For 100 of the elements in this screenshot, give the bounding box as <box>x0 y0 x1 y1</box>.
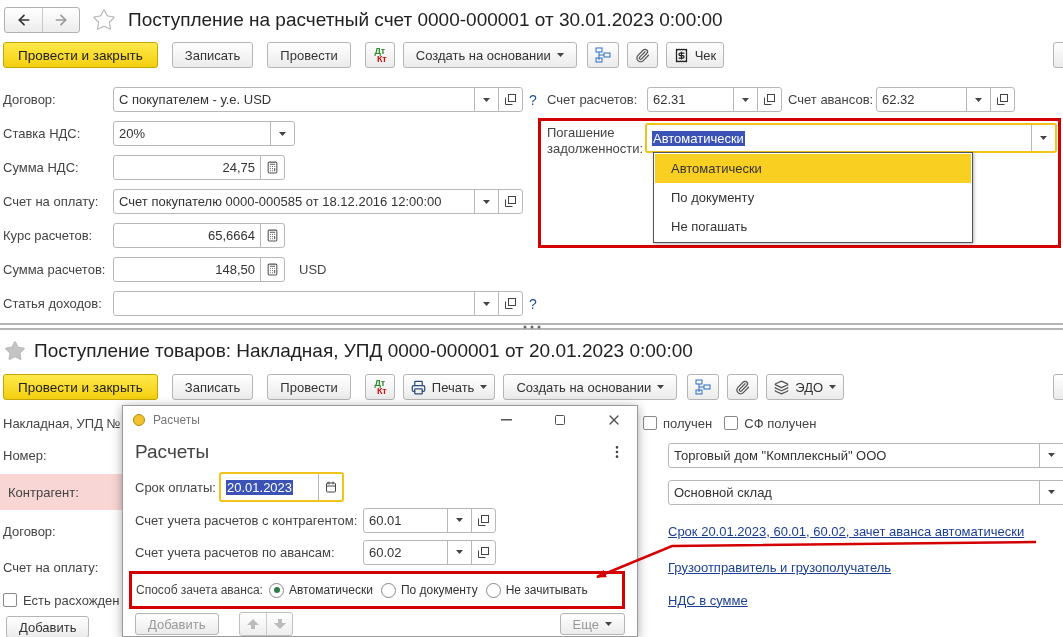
caret-icon <box>483 97 490 102</box>
open-icon <box>764 94 775 105</box>
radio-option[interactable]: Не зачитывать <box>485 582 588 598</box>
input-field[interactable] <box>113 291 523 316</box>
input-field[interactable]: Счет покупателю 0000-000585 от 18.12.2016 12:00:00 <box>113 189 523 214</box>
grip-icon[interactable] <box>522 324 541 329</box>
calculator-icon <box>266 263 279 276</box>
input-field[interactable]: 65,6664 <box>113 223 285 248</box>
hierarchy-icon <box>695 379 712 395</box>
app-icon <box>133 414 145 426</box>
forward-icon <box>53 12 69 28</box>
field-label: Счет учета расчетов с контрагентом: <box>135 512 359 528</box>
input-field[interactable]: Торговый дом "Комплексный" ООО <box>668 442 1063 468</box>
toolbar-button[interactable]: Чек <box>665 42 725 68</box>
window-title: Расчеты <box>153 413 201 427</box>
dropdown-field[interactable]: Автоматически <box>645 123 1057 153</box>
link[interactable]: НДС в сумме <box>668 592 748 608</box>
toolbar-button[interactable]: ЭДО <box>766 374 845 400</box>
star-icon[interactable] <box>4 340 26 362</box>
calculator-icon <box>266 161 279 174</box>
link[interactable]: Срок 20.01.2023, 60.01, 60.02, зачет аванса автоматически <box>668 523 1025 539</box>
caret-icon <box>483 301 490 306</box>
toolbar-button[interactable]: Провести <box>267 374 351 400</box>
toolbar-button[interactable] <box>586 42 619 68</box>
open-icon <box>478 546 489 558</box>
paperclip-icon <box>634 47 650 63</box>
down-icon <box>273 619 286 629</box>
toolbar-button[interactable] <box>626 42 658 68</box>
caret-icon <box>456 550 463 554</box>
dropdown-option[interactable]: Автоматически <box>655 154 971 183</box>
field-label: Срок оплаты: <box>135 479 215 495</box>
field-label: Счет учета расчетов по авансам: <box>135 544 336 560</box>
open-icon <box>478 514 489 526</box>
date-field[interactable]: 20.01.2023 <box>219 472 344 502</box>
toolbar-button[interactable]: Печать <box>402 374 496 400</box>
document-title: Поступление на расчетный счет 0000-000001 от 30.01.2023 0:00:00 <box>128 9 723 31</box>
input-field[interactable]: 60.01 <box>363 507 496 533</box>
open-icon <box>997 94 1008 105</box>
caret-icon <box>480 385 488 389</box>
caret-icon <box>456 518 463 522</box>
input-field[interactable]: 24,75 <box>113 155 285 180</box>
field-label: Договор: <box>2 522 57 541</box>
radio-button[interactable] <box>485 582 501 598</box>
menu-button[interactable]: Создать на основании <box>402 42 577 68</box>
checkbox[interactable] <box>724 416 739 430</box>
open-icon <box>505 298 516 309</box>
star-icon[interactable] <box>92 8 116 32</box>
post-and-close-button[interactable]: Провести и закрыть <box>3 42 158 68</box>
up-icon <box>247 619 259 629</box>
checkbox[interactable] <box>643 416 657 430</box>
checkbox[interactable] <box>3 593 17 607</box>
input-field[interactable]: 62.32 <box>876 87 1015 112</box>
radio-option[interactable]: По документу <box>380 582 478 598</box>
input-field[interactable]: 148,50 <box>113 257 285 282</box>
caret-icon <box>556 53 564 57</box>
caret-icon <box>1048 490 1055 494</box>
caret-icon <box>1048 453 1055 457</box>
radio-option[interactable]: Автоматически <box>269 582 373 598</box>
radio-button[interactable] <box>380 582 396 598</box>
field-label: Ставка НДС: <box>3 126 82 141</box>
post-and-close-button[interactable]: Провести и закрыть <box>3 374 158 400</box>
field-label: Договор: <box>3 92 57 107</box>
toolbar-button[interactable]: Записать <box>171 374 254 400</box>
field-label: Счет на оплату: <box>3 194 100 209</box>
toolbar-button[interactable] <box>687 374 720 400</box>
radio-button[interactable] <box>269 582 284 598</box>
caret-icon <box>975 97 982 102</box>
caret-icon <box>483 199 490 204</box>
field-label: Счет на оплату: <box>2 558 100 577</box>
help-link[interactable]: ? <box>529 295 537 312</box>
receipt-icon <box>673 47 689 63</box>
checkbox-label: СФ получен <box>744 415 817 431</box>
add-button[interactable]: Добавить <box>6 616 90 637</box>
caret-icon <box>279 131 286 136</box>
help-link[interactable]: ? <box>529 91 537 108</box>
toolbar-button[interactable]: Записать <box>171 42 254 68</box>
hierarchy-icon <box>594 47 611 63</box>
input-field[interactable]: 60.02 <box>363 539 496 565</box>
toolbar-button[interactable] <box>727 374 759 400</box>
field-label: Курс расчетов: <box>3 228 94 243</box>
toolbar-button[interactable]: Провести <box>267 42 351 68</box>
currency-label: USD <box>299 262 327 277</box>
input-field[interactable]: С покупателем - у.е. USD <box>113 87 523 112</box>
debit-credit-button[interactable]: Дт Кт <box>364 374 395 400</box>
field-label: Контрагент: <box>0 474 122 510</box>
input-field[interactable]: 62.31 <box>647 87 782 112</box>
field-label: Сумма НДС: <box>3 160 80 175</box>
caret-icon <box>829 385 837 389</box>
caret-icon <box>1040 136 1047 140</box>
link[interactable]: Грузоотправитель и грузополучатель <box>668 559 892 575</box>
caret-icon <box>605 622 612 626</box>
document-title: Поступление товаров: Накладная, УПД 0000-000001 от 20.01.2023 0:00:00 <box>34 340 693 362</box>
input-field[interactable]: Основной склад <box>668 479 1063 505</box>
field-label: Номер: <box>2 446 48 465</box>
debit-credit-button[interactable]: Дт Кт <box>364 42 395 68</box>
input-field[interactable]: 20% <box>113 121 295 146</box>
dialog-heading: Расчеты <box>135 441 210 463</box>
calendar-icon <box>324 481 337 493</box>
paperclip-icon <box>735 379 751 395</box>
menu-button[interactable]: Создать на основании <box>503 374 678 400</box>
